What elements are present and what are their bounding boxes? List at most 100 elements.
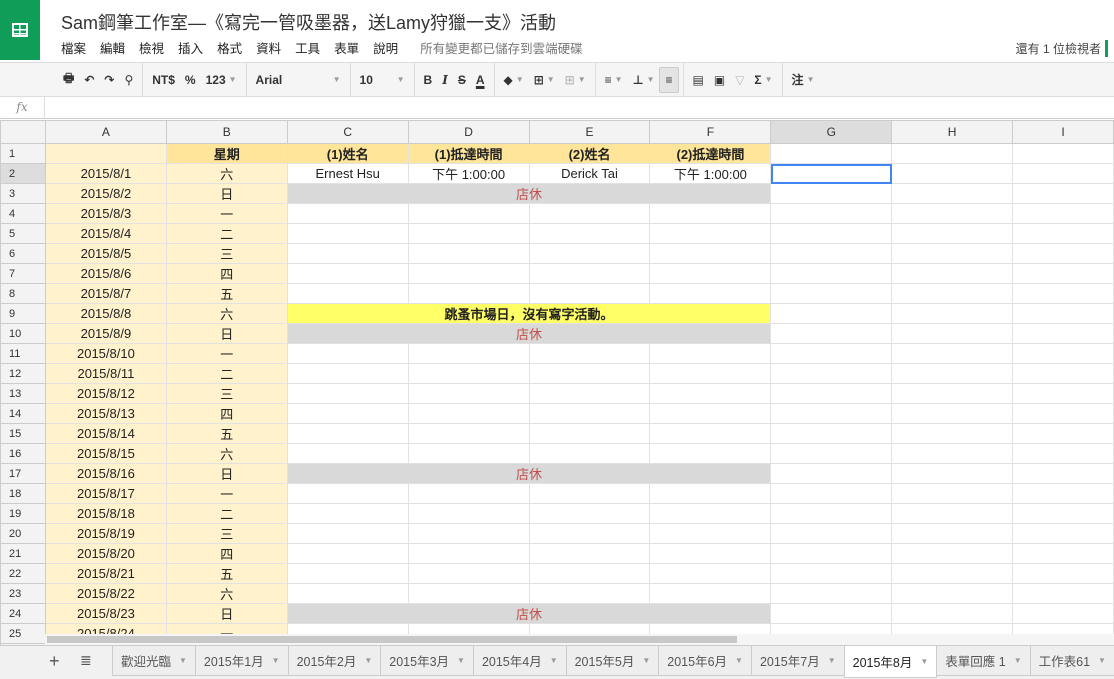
weekday-cell[interactable]: 一 <box>165 203 288 224</box>
cell[interactable] <box>407 423 530 444</box>
row-header[interactable]: 11 <box>0 343 46 364</box>
cell[interactable] <box>407 283 530 304</box>
cell-d2[interactable]: 下午 1:00:00 <box>407 163 530 184</box>
functions-button[interactable]: Σ ▼ <box>749 67 777 93</box>
cell[interactable] <box>649 363 772 384</box>
select-all-corner[interactable] <box>0 120 46 144</box>
add-sheet-icon[interactable]: + <box>49 651 60 672</box>
italic-button[interactable]: I <box>437 67 453 93</box>
cell[interactable] <box>891 383 1014 404</box>
cell[interactable] <box>528 443 651 464</box>
cell[interactable] <box>770 503 893 524</box>
row-header[interactable]: 16 <box>0 443 46 464</box>
chevron-down-icon[interactable]: ▼ <box>272 656 280 665</box>
cell[interactable] <box>286 263 409 284</box>
redo-icon[interactable]: ↷ <box>99 67 119 93</box>
cell[interactable] <box>891 263 1014 284</box>
chevron-down-icon[interactable]: ▼ <box>364 656 372 665</box>
cell[interactable] <box>407 363 530 384</box>
cell[interactable] <box>286 503 409 524</box>
date-cell[interactable]: 2015/8/4 <box>44 223 167 244</box>
sheet-tab[interactable]: 表單回應 1 ▼ <box>936 646 1031 676</box>
cell[interactable] <box>286 343 409 364</box>
cell[interactable] <box>407 443 530 464</box>
row-header[interactable]: 18 <box>0 483 46 504</box>
weekday-cell[interactable]: 三 <box>165 243 288 264</box>
cell[interactable] <box>1012 323 1114 344</box>
cell[interactable] <box>770 563 893 584</box>
cell[interactable] <box>1012 483 1114 504</box>
weekday-cell[interactable]: 四 <box>165 263 288 284</box>
cell[interactable] <box>1012 523 1114 544</box>
cell[interactable] <box>528 243 651 264</box>
cell[interactable] <box>528 543 651 564</box>
cell[interactable] <box>407 583 530 604</box>
row-header[interactable]: 23 <box>0 583 46 604</box>
menu-form[interactable]: 表單 <box>334 38 359 57</box>
all-sheets-icon[interactable]: ≣ <box>80 652 92 669</box>
header-cell-b[interactable]: 星期 <box>165 143 288 164</box>
cell[interactable] <box>649 443 772 464</box>
cell[interactable] <box>528 383 651 404</box>
currency-format-button[interactable]: NT$ <box>147 67 180 93</box>
date-cell[interactable]: 2015/8/5 <box>44 243 167 264</box>
filter-icon[interactable]: ▽ <box>730 67 749 93</box>
cell[interactable] <box>891 223 1014 244</box>
cell[interactable] <box>1012 403 1114 424</box>
header-cell-f[interactable]: (2)抵達時間 <box>649 143 772 164</box>
date-cell[interactable]: 2015/8/16 <box>44 463 167 484</box>
cell[interactable] <box>1012 223 1114 244</box>
cell[interactable] <box>891 503 1014 524</box>
cell[interactable] <box>528 203 651 224</box>
column-header-h[interactable]: H <box>891 120 1014 144</box>
column-header-e[interactable]: E <box>528 120 651 144</box>
sheet-tab[interactable]: 2015年7月 ▼ <box>750 646 845 676</box>
cell[interactable] <box>891 523 1014 544</box>
scrollbar-thumb[interactable] <box>47 636 737 643</box>
cell[interactable] <box>286 443 409 464</box>
cell[interactable] <box>649 403 772 424</box>
cell[interactable] <box>891 543 1014 564</box>
weekday-cell[interactable]: 六 <box>165 583 288 604</box>
weekday-cell[interactable]: 日 <box>165 323 288 344</box>
cell[interactable] <box>891 563 1014 584</box>
fill-color-icon[interactable]: ◆ ▼ <box>499 67 529 93</box>
cell[interactable] <box>891 583 1014 604</box>
chevron-down-icon[interactable]: ▼ <box>179 656 187 665</box>
date-cell[interactable]: 2015/8/20 <box>44 543 167 564</box>
cell[interactable] <box>286 483 409 504</box>
print-icon[interactable]: 🖶 <box>58 67 79 93</box>
column-header-i[interactable]: I <box>1012 120 1114 144</box>
row-header[interactable]: 2 <box>0 163 46 184</box>
cell[interactable] <box>1012 203 1114 224</box>
cell[interactable] <box>1012 543 1114 564</box>
cell[interactable] <box>286 223 409 244</box>
date-cell[interactable]: 2015/8/9 <box>44 323 167 344</box>
cell[interactable] <box>770 363 893 384</box>
vertical-align-icon[interactable]: ⊥ ▼ <box>628 67 660 93</box>
chevron-down-icon[interactable]: ▼ <box>1014 656 1022 665</box>
cell[interactable] <box>528 503 651 524</box>
chevron-down-icon[interactable]: ▼ <box>1098 656 1106 665</box>
column-header-f[interactable]: F <box>649 120 772 144</box>
cell[interactable] <box>891 463 1014 484</box>
cell[interactable] <box>1012 163 1114 184</box>
cell[interactable] <box>891 603 1014 624</box>
date-cell[interactable]: 2015/8/18 <box>44 503 167 524</box>
viewers-indicator[interactable]: 還有 1 位檢視者 <box>1016 40 1108 57</box>
row-header[interactable]: 20 <box>0 523 46 544</box>
cell[interactable] <box>891 403 1014 424</box>
weekday-cell[interactable]: 一 <box>165 483 288 504</box>
cell[interactable] <box>528 583 651 604</box>
sheet-tab[interactable]: 2015年6月 ▼ <box>658 646 752 676</box>
weekday-cell[interactable]: 一 <box>165 343 288 364</box>
row-header[interactable]: 4 <box>0 203 46 224</box>
row-header[interactable]: 5 <box>0 223 46 244</box>
percent-format-button[interactable]: % <box>180 67 201 93</box>
row-header[interactable]: 8 <box>0 283 46 304</box>
cell[interactable] <box>770 243 893 264</box>
cell[interactable] <box>528 523 651 544</box>
cell[interactable] <box>286 363 409 384</box>
cell[interactable] <box>1012 343 1114 364</box>
cell-c2[interactable]: Ernest Hsu <box>286 163 409 184</box>
